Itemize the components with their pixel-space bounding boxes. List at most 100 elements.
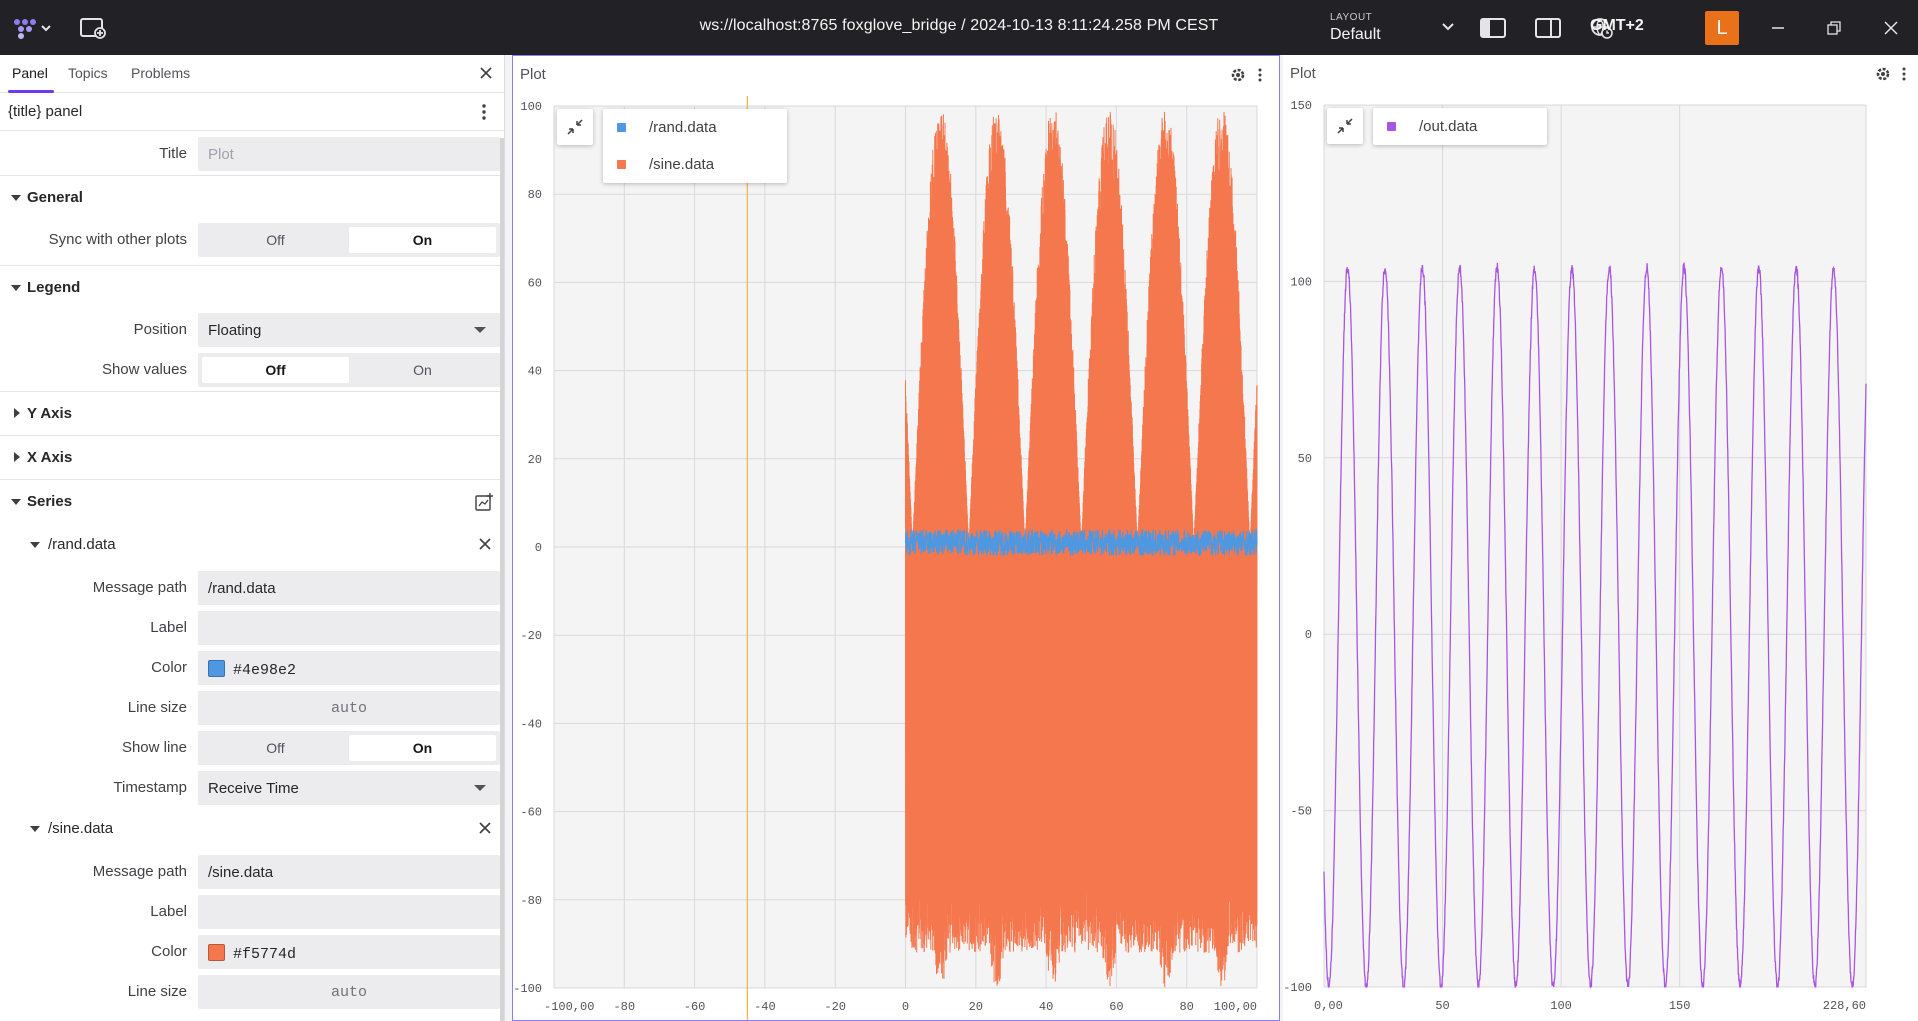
legend-color-swatch xyxy=(1387,122,1396,131)
show-line-toggle[interactable]: Off On xyxy=(198,731,500,765)
restore-window-button[interactable] xyxy=(1821,10,1847,45)
x-axis-section[interactable]: X Axis xyxy=(0,435,504,479)
panel-settings-sidebar: Panel Topics Problems {title} panel Titl… xyxy=(0,55,505,1021)
add-series-icon[interactable] xyxy=(474,492,494,512)
legend-item[interactable]: /rand.data xyxy=(603,109,787,146)
timestamp-value: Receive Time xyxy=(208,780,299,797)
y-tick-label: 40 xyxy=(528,365,542,379)
left-sidebar-icon xyxy=(1480,17,1506,38)
x-tick-label: 60 xyxy=(1109,1000,1123,1014)
app-top-bar: ws://localhost:8765 foxglove_bridge / 20… xyxy=(0,0,1918,55)
color-input[interactable]: #4e98e2 xyxy=(198,651,500,685)
sync-off-option[interactable]: Off xyxy=(202,227,349,253)
x-tick-label: -80 xyxy=(613,1000,635,1014)
sync-label: Sync with other plots xyxy=(48,231,187,248)
message-path-input[interactable]: /sine.data xyxy=(198,855,500,889)
message-path-row: Message path /sine.data xyxy=(0,851,504,891)
color-value: #4e98e2 xyxy=(233,662,297,679)
plot-panel-right[interactable]: Plot 150 100 50 0 -50 -100 0,00 50 100 150 228,60 … xyxy=(1283,55,1918,1021)
y-tick-label: 100 xyxy=(520,100,542,114)
tab-topics[interactable]: Topics xyxy=(68,65,108,81)
more-vertical-icon[interactable] xyxy=(474,102,494,122)
show-line-label: Show line xyxy=(121,739,187,756)
label-row: Label xyxy=(0,607,504,647)
series-section[interactable]: Series xyxy=(0,479,504,523)
toggle-left-sidebar-button[interactable] xyxy=(1478,10,1508,45)
remove-series-icon[interactable] xyxy=(476,535,494,553)
layout-dropdown[interactable]: LAYOUT Default xyxy=(1330,10,1455,46)
minimize-arrows-icon xyxy=(1337,118,1353,134)
legend-label: /out.data xyxy=(1419,118,1478,135)
panel-settings-header: {title} panel xyxy=(0,93,504,131)
line-size-row: Line size auto xyxy=(0,687,504,727)
timestamp-row: Timestamp Receive Time xyxy=(0,767,504,807)
plot-legend: /rand.data /sine.data xyxy=(603,109,787,183)
series-name: /sine.data xyxy=(48,820,114,837)
legend-item[interactable]: /sine.data xyxy=(603,146,787,183)
layout-value: Default xyxy=(1330,26,1381,43)
plot-chart-right[interactable]: 150 100 50 0 -50 -1000,00 50 100 150 228,60 xyxy=(1283,55,1918,1021)
label-input[interactable] xyxy=(198,895,500,929)
label-row: Label xyxy=(0,891,504,931)
title-input[interactable]: Plot xyxy=(198,137,500,171)
right-sidebar-icon xyxy=(1535,17,1561,38)
minimize-window-button[interactable] xyxy=(1765,10,1791,45)
sync-on-option[interactable]: On xyxy=(349,227,496,253)
sidebar-scrollbar[interactable] xyxy=(500,138,504,1021)
tab-problems[interactable]: Problems xyxy=(131,65,190,81)
caret-right-icon xyxy=(14,408,20,418)
color-swatch[interactable] xyxy=(208,944,225,961)
x-tick-label: 228,60 xyxy=(1823,999,1866,1013)
color-swatch[interactable] xyxy=(208,660,225,677)
message-path-row: Message path /rand.data xyxy=(0,567,504,607)
close-sidebar-icon[interactable] xyxy=(478,65,494,81)
sync-row: Sync with other plots Off On xyxy=(0,219,504,265)
user-avatar[interactable]: L xyxy=(1705,11,1739,45)
y-axis-section[interactable]: Y Axis xyxy=(0,391,504,435)
line-size-input[interactable]: auto xyxy=(198,975,500,1009)
y-tick-label: -80 xyxy=(520,894,542,908)
show-values-on-option[interactable]: On xyxy=(349,357,496,383)
position-value: Floating xyxy=(208,322,262,339)
line-size-row: Line size auto xyxy=(0,971,504,1011)
label-input[interactable] xyxy=(198,611,500,645)
y-tick-label: -20 xyxy=(520,629,542,643)
general-section[interactable]: General xyxy=(0,175,504,219)
collapse-legend-button[interactable] xyxy=(1327,108,1363,144)
restore-icon xyxy=(1827,20,1841,35)
message-path-input[interactable]: /rand.data xyxy=(198,571,500,605)
show-values-toggle[interactable]: Off On xyxy=(198,353,500,387)
remove-series-icon[interactable] xyxy=(476,819,494,837)
legend-item[interactable]: /out.data xyxy=(1373,108,1547,145)
series-rand-header[interactable]: /rand.data xyxy=(0,523,504,567)
tab-panel[interactable]: Panel xyxy=(12,65,48,81)
show-values-off-option[interactable]: Off xyxy=(202,357,349,383)
y-tick-label: -100 xyxy=(1283,981,1312,995)
x-tick-label: 50 xyxy=(1435,999,1449,1013)
x-tick-label: -100,00 xyxy=(544,1000,594,1014)
plot-panel-left[interactable]: Plot 100 80 60 40 20 0 -20 -40 -60 -80 -100 -100,00… xyxy=(512,55,1280,1021)
dropdown-arrow-icon xyxy=(474,327,486,333)
line-size-input[interactable]: auto xyxy=(198,691,500,725)
plot-chart-left[interactable]: 100 80 60 40 20 0 -20 -40 -60 -80 -100-100,00 -80 -6… xyxy=(513,56,1279,1020)
color-value: #f5774d xyxy=(233,946,297,963)
legend-section[interactable]: Legend xyxy=(0,265,504,309)
sync-toggle[interactable]: Off On xyxy=(198,223,500,257)
series-sine-header[interactable]: /sine.data xyxy=(0,807,504,851)
close-window-button[interactable] xyxy=(1878,10,1904,45)
color-input[interactable]: #f5774d xyxy=(198,935,500,969)
show-line-on-option[interactable]: On xyxy=(349,735,496,761)
x-tick-label: 80 xyxy=(1179,1000,1193,1014)
timestamp-select[interactable]: Receive Time xyxy=(198,771,500,805)
legend-color-swatch xyxy=(617,160,626,169)
dropdown-arrow-icon xyxy=(474,785,486,791)
y-tick-label: -40 xyxy=(520,717,542,731)
y-tick-label: 60 xyxy=(528,276,542,290)
position-select[interactable]: Floating xyxy=(198,313,500,347)
y-tick-label: -50 xyxy=(1290,805,1312,819)
y-tick-label: 0 xyxy=(1305,628,1312,642)
sidebar-tabs: Panel Topics Problems xyxy=(0,55,504,93)
toggle-right-sidebar-button[interactable] xyxy=(1533,10,1563,45)
show-line-off-option[interactable]: Off xyxy=(202,735,349,761)
collapse-legend-button[interactable] xyxy=(557,109,593,145)
